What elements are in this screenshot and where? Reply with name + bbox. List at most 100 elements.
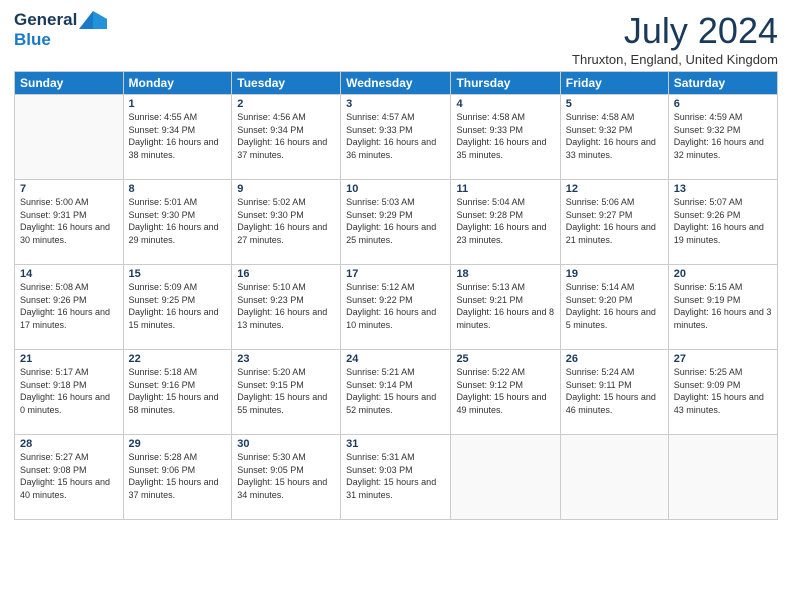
- day-number: 17: [346, 268, 445, 280]
- day-cell: 30 Sunrise: 5:30 AMSunset: 9:05 PMDaylig…: [232, 435, 341, 520]
- col-header-saturday: Saturday: [668, 72, 777, 95]
- day-cell: 20 Sunrise: 5:15 AMSunset: 9:19 PMDaylig…: [668, 265, 777, 350]
- week-row-1: 1 Sunrise: 4:55 AMSunset: 9:34 PMDayligh…: [15, 95, 778, 180]
- day-cell: 4 Sunrise: 4:58 AMSunset: 9:33 PMDayligh…: [451, 95, 560, 180]
- day-info: Sunrise: 5:15 AMSunset: 9:19 PMDaylight:…: [674, 282, 772, 330]
- month-title: July 2024: [572, 10, 778, 52]
- day-info: Sunrise: 5:13 AMSunset: 9:21 PMDaylight:…: [456, 282, 554, 330]
- day-cell: 12 Sunrise: 5:06 AMSunset: 9:27 PMDaylig…: [560, 180, 668, 265]
- day-info: Sunrise: 5:31 AMSunset: 9:03 PMDaylight:…: [346, 452, 436, 500]
- day-number: 25: [456, 353, 554, 365]
- day-info: Sunrise: 5:28 AMSunset: 9:06 PMDaylight:…: [129, 452, 219, 500]
- day-number: 21: [20, 353, 118, 365]
- day-cell: 6 Sunrise: 4:59 AMSunset: 9:32 PMDayligh…: [668, 95, 777, 180]
- day-cell: 14 Sunrise: 5:08 AMSunset: 9:26 PMDaylig…: [15, 265, 124, 350]
- week-row-2: 7 Sunrise: 5:00 AMSunset: 9:31 PMDayligh…: [15, 180, 778, 265]
- day-info: Sunrise: 5:08 AMSunset: 9:26 PMDaylight:…: [20, 282, 110, 330]
- calendar-header-row: SundayMondayTuesdayWednesdayThursdayFrid…: [15, 72, 778, 95]
- day-number: 29: [129, 438, 227, 450]
- header: General Blue July 2024 Thruxton, England…: [14, 10, 778, 67]
- day-info: Sunrise: 5:07 AMSunset: 9:26 PMDaylight:…: [674, 197, 764, 245]
- day-cell: 2 Sunrise: 4:56 AMSunset: 9:34 PMDayligh…: [232, 95, 341, 180]
- day-info: Sunrise: 4:58 AMSunset: 9:32 PMDaylight:…: [566, 112, 656, 160]
- day-cell: [560, 435, 668, 520]
- logo-general: General: [14, 10, 77, 30]
- col-header-wednesday: Wednesday: [341, 72, 451, 95]
- day-number: 5: [566, 98, 663, 110]
- day-number: 2: [237, 98, 335, 110]
- day-cell: [451, 435, 560, 520]
- day-info: Sunrise: 5:24 AMSunset: 9:11 PMDaylight:…: [566, 367, 656, 415]
- day-cell: 7 Sunrise: 5:00 AMSunset: 9:31 PMDayligh…: [15, 180, 124, 265]
- day-number: 10: [346, 183, 445, 195]
- col-header-monday: Monday: [123, 72, 232, 95]
- day-info: Sunrise: 5:04 AMSunset: 9:28 PMDaylight:…: [456, 197, 546, 245]
- day-cell: 21 Sunrise: 5:17 AMSunset: 9:18 PMDaylig…: [15, 350, 124, 435]
- day-cell: 18 Sunrise: 5:13 AMSunset: 9:21 PMDaylig…: [451, 265, 560, 350]
- day-cell: 3 Sunrise: 4:57 AMSunset: 9:33 PMDayligh…: [341, 95, 451, 180]
- day-cell: 13 Sunrise: 5:07 AMSunset: 9:26 PMDaylig…: [668, 180, 777, 265]
- calendar-page: General Blue July 2024 Thruxton, England…: [0, 0, 792, 612]
- day-info: Sunrise: 5:22 AMSunset: 9:12 PMDaylight:…: [456, 367, 546, 415]
- day-info: Sunrise: 5:18 AMSunset: 9:16 PMDaylight:…: [129, 367, 219, 415]
- day-cell: 24 Sunrise: 5:21 AMSunset: 9:14 PMDaylig…: [341, 350, 451, 435]
- col-header-sunday: Sunday: [15, 72, 124, 95]
- location: Thruxton, England, United Kingdom: [572, 52, 778, 67]
- day-info: Sunrise: 5:09 AMSunset: 9:25 PMDaylight:…: [129, 282, 219, 330]
- day-cell: 28 Sunrise: 5:27 AMSunset: 9:08 PMDaylig…: [15, 435, 124, 520]
- day-info: Sunrise: 4:57 AMSunset: 9:33 PMDaylight:…: [346, 112, 436, 160]
- col-header-friday: Friday: [560, 72, 668, 95]
- day-cell: [668, 435, 777, 520]
- day-info: Sunrise: 5:01 AMSunset: 9:30 PMDaylight:…: [129, 197, 219, 245]
- day-info: Sunrise: 5:14 AMSunset: 9:20 PMDaylight:…: [566, 282, 656, 330]
- day-info: Sunrise: 4:59 AMSunset: 9:32 PMDaylight:…: [674, 112, 764, 160]
- day-number: 16: [237, 268, 335, 280]
- day-info: Sunrise: 4:56 AMSunset: 9:34 PMDaylight:…: [237, 112, 327, 160]
- day-cell: 11 Sunrise: 5:04 AMSunset: 9:28 PMDaylig…: [451, 180, 560, 265]
- day-number: 4: [456, 98, 554, 110]
- day-cell: 9 Sunrise: 5:02 AMSunset: 9:30 PMDayligh…: [232, 180, 341, 265]
- col-header-tuesday: Tuesday: [232, 72, 341, 95]
- day-number: 26: [566, 353, 663, 365]
- day-number: 12: [566, 183, 663, 195]
- day-cell: 25 Sunrise: 5:22 AMSunset: 9:12 PMDaylig…: [451, 350, 560, 435]
- day-number: 27: [674, 353, 772, 365]
- day-info: Sunrise: 5:21 AMSunset: 9:14 PMDaylight:…: [346, 367, 436, 415]
- week-row-4: 21 Sunrise: 5:17 AMSunset: 9:18 PMDaylig…: [15, 350, 778, 435]
- day-number: 15: [129, 268, 227, 280]
- logo: General Blue: [14, 10, 107, 50]
- day-cell: [15, 95, 124, 180]
- day-info: Sunrise: 5:17 AMSunset: 9:18 PMDaylight:…: [20, 367, 110, 415]
- day-number: 24: [346, 353, 445, 365]
- day-info: Sunrise: 5:06 AMSunset: 9:27 PMDaylight:…: [566, 197, 656, 245]
- day-cell: 23 Sunrise: 5:20 AMSunset: 9:15 PMDaylig…: [232, 350, 341, 435]
- day-info: Sunrise: 5:20 AMSunset: 9:15 PMDaylight:…: [237, 367, 327, 415]
- day-info: Sunrise: 4:55 AMSunset: 9:34 PMDaylight:…: [129, 112, 219, 160]
- day-number: 14: [20, 268, 118, 280]
- day-number: 11: [456, 183, 554, 195]
- day-cell: 29 Sunrise: 5:28 AMSunset: 9:06 PMDaylig…: [123, 435, 232, 520]
- day-info: Sunrise: 5:12 AMSunset: 9:22 PMDaylight:…: [346, 282, 436, 330]
- day-cell: 16 Sunrise: 5:10 AMSunset: 9:23 PMDaylig…: [232, 265, 341, 350]
- calendar-table: SundayMondayTuesdayWednesdayThursdayFrid…: [14, 71, 778, 520]
- day-number: 30: [237, 438, 335, 450]
- day-info: Sunrise: 5:27 AMSunset: 9:08 PMDaylight:…: [20, 452, 110, 500]
- day-info: Sunrise: 4:58 AMSunset: 9:33 PMDaylight:…: [456, 112, 546, 160]
- logo-blue: Blue: [14, 30, 51, 49]
- day-cell: 5 Sunrise: 4:58 AMSunset: 9:32 PMDayligh…: [560, 95, 668, 180]
- day-cell: 31 Sunrise: 5:31 AMSunset: 9:03 PMDaylig…: [341, 435, 451, 520]
- week-row-5: 28 Sunrise: 5:27 AMSunset: 9:08 PMDaylig…: [15, 435, 778, 520]
- day-number: 1: [129, 98, 227, 110]
- day-info: Sunrise: 5:30 AMSunset: 9:05 PMDaylight:…: [237, 452, 327, 500]
- day-number: 8: [129, 183, 227, 195]
- logo-icon: [79, 11, 107, 29]
- day-number: 13: [674, 183, 772, 195]
- day-number: 28: [20, 438, 118, 450]
- day-number: 18: [456, 268, 554, 280]
- day-number: 20: [674, 268, 772, 280]
- day-number: 6: [674, 98, 772, 110]
- day-cell: 27 Sunrise: 5:25 AMSunset: 9:09 PMDaylig…: [668, 350, 777, 435]
- day-cell: 15 Sunrise: 5:09 AMSunset: 9:25 PMDaylig…: [123, 265, 232, 350]
- day-info: Sunrise: 5:10 AMSunset: 9:23 PMDaylight:…: [237, 282, 327, 330]
- day-number: 9: [237, 183, 335, 195]
